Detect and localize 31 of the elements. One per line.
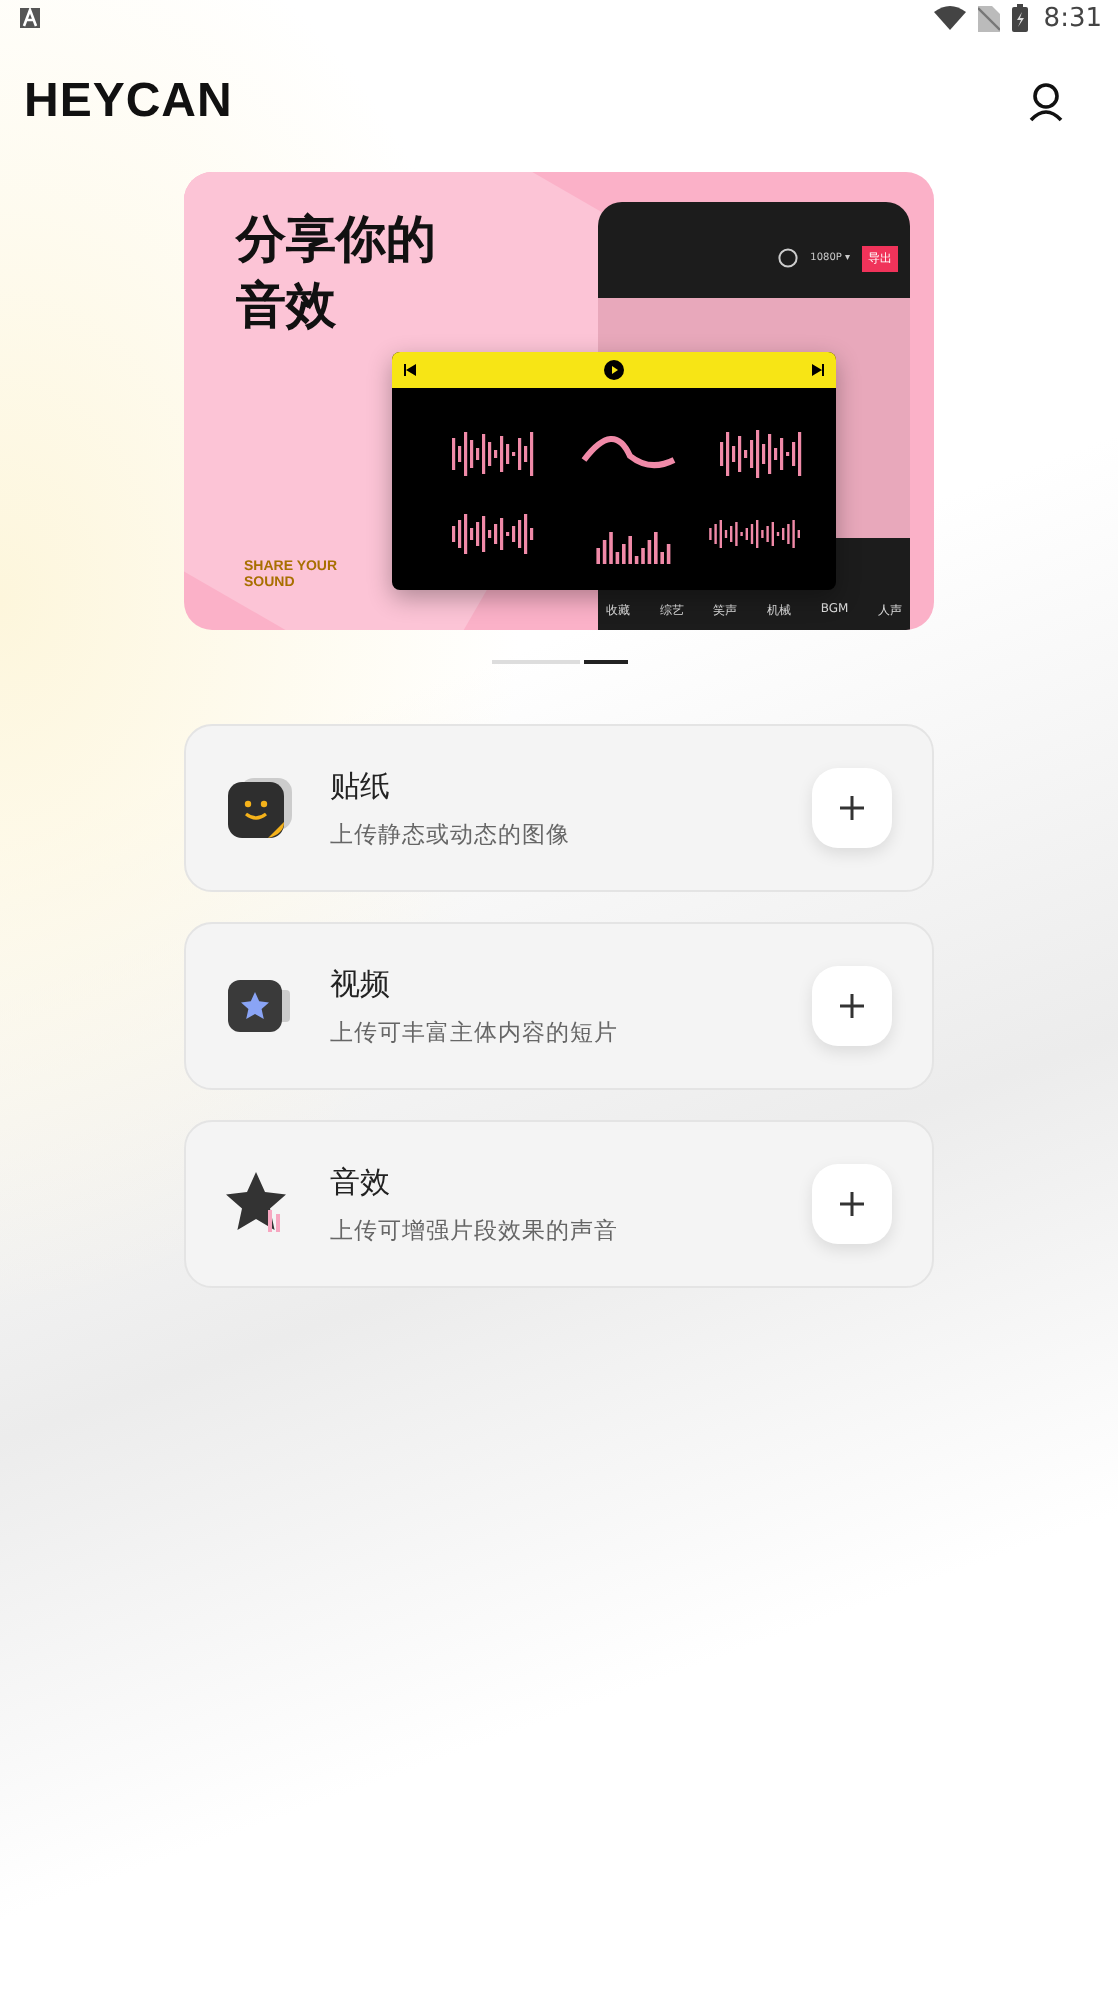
next-icon [812,364,824,376]
video-camera-icon [224,976,296,1036]
upload-card[interactable]: 音效 上传可增强片段效果的声音 [184,1120,934,1288]
upload-card[interactable]: 贴纸 上传静态或动态的图像 [184,724,934,892]
card-title: 音效 [330,1163,392,1201]
user-icon [1028,81,1064,121]
wifi-icon [933,6,966,30]
plus-icon [840,994,864,1018]
add-button[interactable] [812,966,892,1046]
play-icon [604,360,624,380]
card-title: 贴纸 [330,767,392,805]
help-icon [778,248,799,268]
add-button[interactable] [812,1164,892,1244]
app-logo: HEYCAN [24,73,233,129]
battery-icon [1011,4,1028,32]
card-subtitle: 上传静态或动态的图像 [330,819,572,849]
notification-icon [20,8,40,28]
plus-icon [840,796,864,820]
previous-icon [404,364,416,376]
card-title: 视频 [330,965,392,1003]
card-subtitle: 上传可增强片段效果的声音 [330,1215,620,1245]
add-button[interactable] [812,768,892,848]
no-sim-icon [977,5,1000,31]
sticker-icon [224,774,296,842]
carousel-indicator[interactable] [583,660,627,664]
plus-icon [840,1192,864,1216]
upload-card[interactable]: 视频 上传可丰富主体内容的短片 [184,922,934,1090]
banner-headline: 分享你的 [236,208,436,272]
card-subtitle: 上传可丰富主体内容的短片 [330,1017,620,1047]
status-time: 8:31 [1043,3,1102,33]
banner-headline: 音效 [236,273,336,337]
